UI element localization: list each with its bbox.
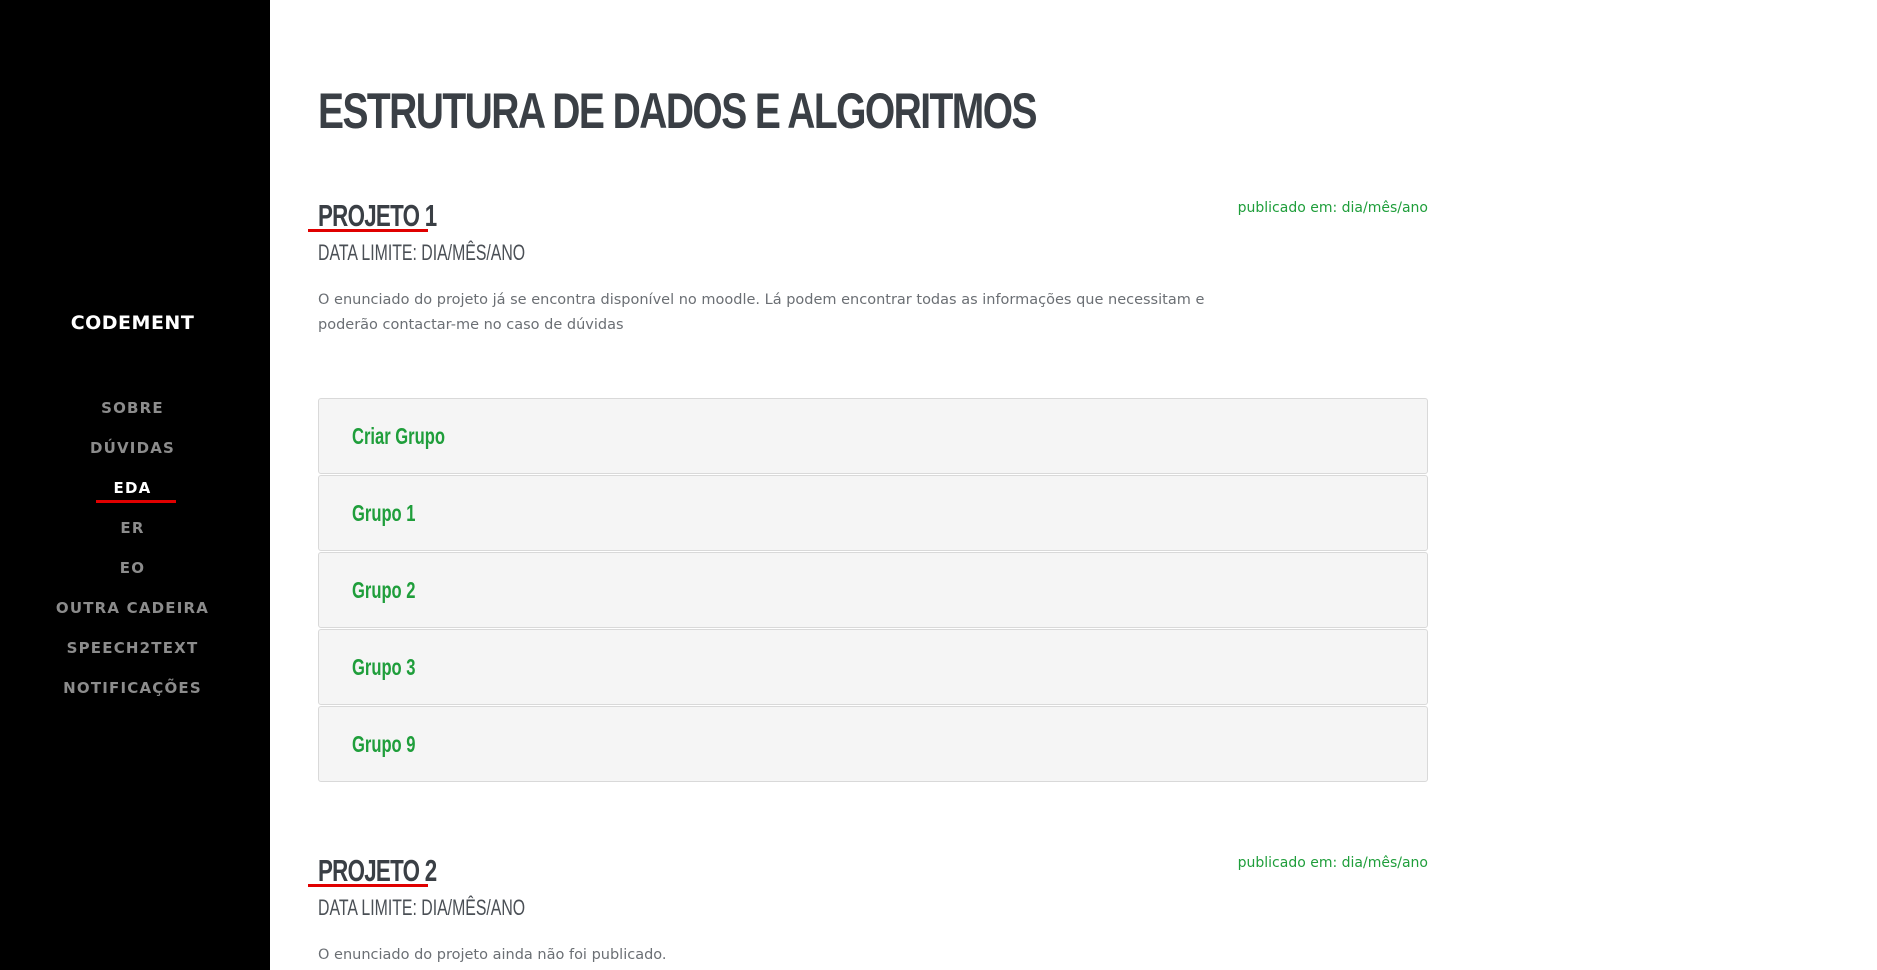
project-title-underline [308,229,428,232]
project-deadline: DATA LIMITE: DIA/MÊS/ANO [318,240,526,265]
brand-logo[interactable]: CODEMENT [0,312,265,334]
page-title: ESTRUTURA DE DADOS E ALGORITMOS [318,83,1037,139]
sidebar-item-speech2text[interactable]: SPEECH2TEXT [0,638,265,678]
create-group-button[interactable]: Criar Grupo [318,398,1428,474]
project-title-underline [308,884,428,887]
sidebar-item-eda[interactable]: EDA [0,478,265,518]
sidebar: CODEMENT SOBRE DÚVIDAS EDA ER EO OUTRA C… [0,0,270,970]
group-accordion: Criar Grupo Grupo 1 Grupo 2 Grupo 3 Grup… [318,398,1428,783]
group-label[interactable]: Grupo 9 [352,731,415,758]
project-description: O enunciado do projeto ainda não foi pub… [318,947,667,963]
sidebar-item-eo[interactable]: EO [0,558,265,598]
group-label[interactable]: Criar Grupo [352,423,445,450]
sidebar-item-outra-cadeira[interactable]: OUTRA CADEIRA [0,598,265,638]
sidebar-item-label[interactable]: EO [120,558,145,578]
sidebar-item-label[interactable]: SOBRE [101,398,164,418]
group-label[interactable]: Grupo 2 [352,577,415,604]
sidebar-nav: SOBRE DÚVIDAS EDA ER EO OUTRA CADEIRA SP… [0,398,265,718]
project-published-date: publicado em: dia/mês/ano [1237,855,1428,871]
group-label[interactable]: Grupo 3 [352,654,415,681]
group-item[interactable]: Grupo 3 [318,629,1428,705]
sidebar-item-sobre[interactable]: SOBRE [0,398,265,438]
sidebar-item-label[interactable]: NOTIFICAÇÕES [63,678,202,698]
sidebar-item-label[interactable]: OUTRA CADEIRA [56,598,209,618]
sidebar-item-label[interactable]: ER [120,518,144,538]
project-published-date: publicado em: dia/mês/ano [1237,200,1428,216]
group-item[interactable]: Grupo 1 [318,475,1428,551]
project-deadline: DATA LIMITE: DIA/MÊS/ANO [318,895,526,920]
sidebar-item-label[interactable]: DÚVIDAS [90,438,175,458]
active-indicator [96,500,176,503]
group-item[interactable]: Grupo 2 [318,552,1428,628]
sidebar-item-er[interactable]: ER [0,518,265,558]
sidebar-item-notificacoes[interactable]: NOTIFICAÇÕES [0,678,265,718]
project-description: O enunciado do projeto já se encontra di… [318,292,1205,333]
sidebar-item-label[interactable]: SPEECH2TEXT [67,638,199,658]
sidebar-item-duvidas[interactable]: DÚVIDAS [0,438,265,478]
sidebar-item-label[interactable]: EDA [114,478,152,498]
group-item[interactable]: Grupo 9 [318,706,1428,782]
group-label[interactable]: Grupo 1 [352,500,415,527]
